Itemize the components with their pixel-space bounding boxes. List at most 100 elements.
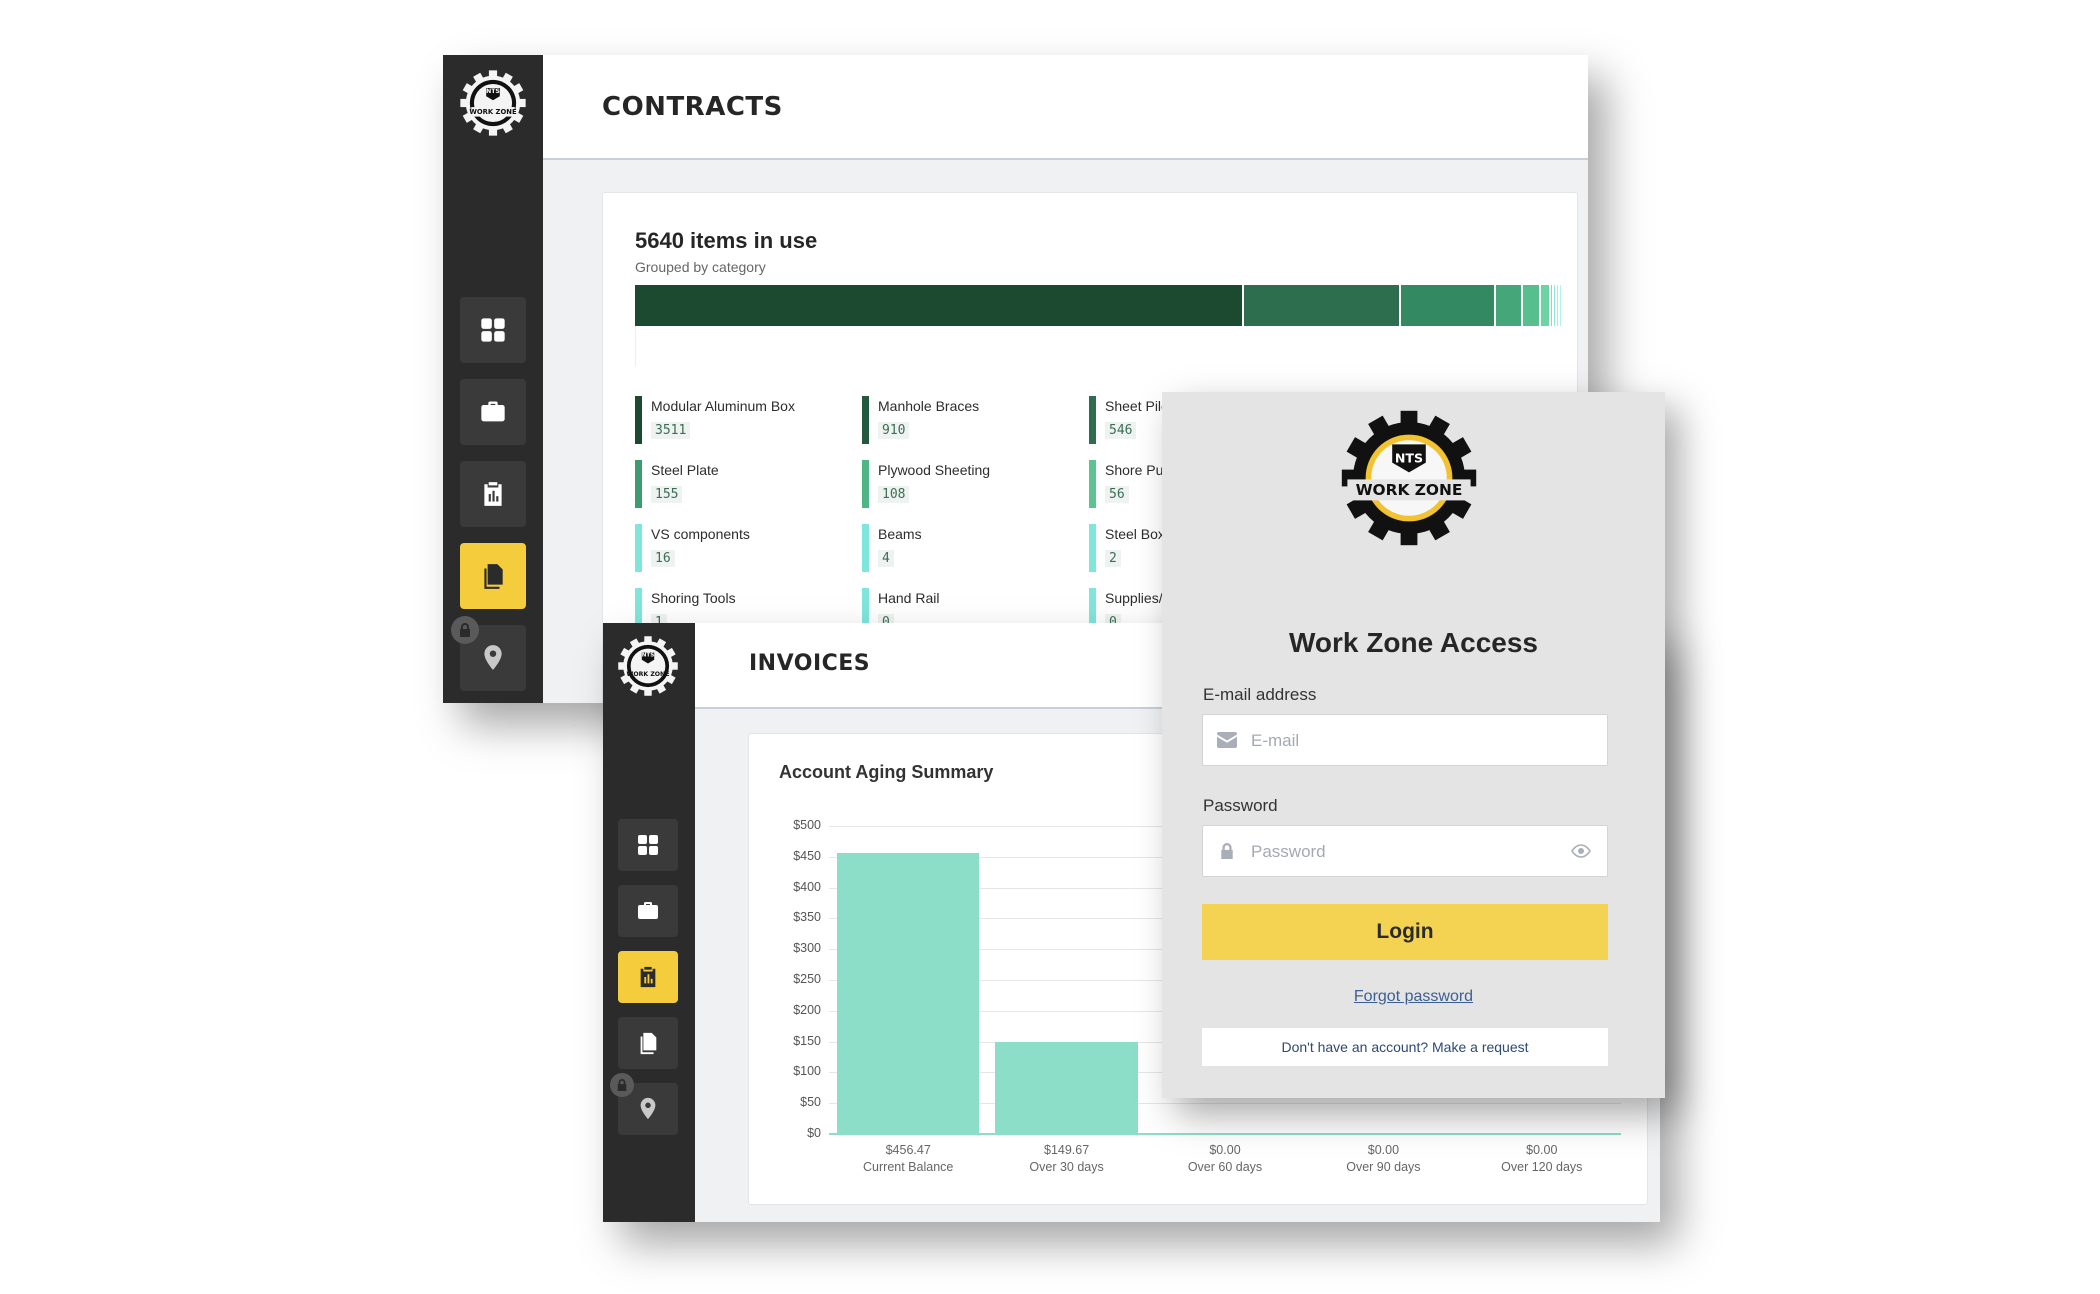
nav-invoices-button[interactable] [460, 461, 526, 527]
clipboard-chart-icon [640, 966, 656, 988]
nav-contracts-button[interactable] [460, 543, 526, 609]
bar-value-label: $456.47 [885, 1143, 931, 1157]
category-count: 108 [878, 486, 910, 503]
category-count: 56 [1105, 486, 1129, 503]
category-name: VS components [651, 526, 750, 542]
grid-icon [638, 835, 658, 855]
category-item: Plywood Sheeting 108 [862, 460, 1082, 508]
chart-bar[interactable] [836, 852, 980, 1134]
login-button[interactable]: Login [1202, 904, 1608, 960]
stacked-bar-segment[interactable] [1520, 285, 1540, 326]
password-label: Password [1203, 796, 1278, 815]
category-color-bar [635, 396, 642, 444]
y-tick-label: $350 [793, 910, 821, 925]
nav-contracts-button[interactable] [618, 1017, 678, 1069]
category-name: Modular Aluminum Box [651, 398, 795, 414]
logo-text-bottom: WORK ZONE [469, 108, 517, 116]
category-count: 16 [651, 550, 675, 567]
category-color-bar [1089, 396, 1096, 444]
category-item: Modular Aluminum Box 3511 [635, 396, 855, 444]
category-item: Beams 4 [862, 524, 1082, 572]
x-category-label: Over 60 days [1187, 1160, 1263, 1174]
map-pin-icon [484, 645, 502, 670]
logo-text-top: NTS [642, 653, 655, 659]
stacked-bar-segment[interactable] [1242, 285, 1400, 326]
stacked-bar-divider [635, 326, 636, 366]
category-item: Steel Plate 155 [635, 460, 855, 508]
forgot-password-link[interactable]: Forgot password [1162, 988, 1665, 1006]
eye-icon[interactable] [1571, 844, 1591, 858]
login-panel: NTS WORK ZONE Work Zone Access E-mail ad… [1162, 392, 1665, 1098]
y-tick-label: $300 [793, 941, 821, 956]
document-icon [484, 564, 503, 589]
logo-text-top: NTS [486, 88, 500, 95]
envelope-icon [1217, 732, 1237, 748]
category-name: Supplies/ [1105, 590, 1163, 606]
category-item: Manhole Braces 910 [862, 396, 1082, 444]
category-name: Shoring Tools [651, 590, 736, 606]
nav-jobs-button[interactable] [618, 885, 678, 937]
stacked-bar-segment[interactable] [1493, 285, 1521, 326]
bar-value-label: $0.00 [1209, 1143, 1241, 1157]
contracts-header: CONTRACTS [543, 55, 1588, 160]
nav-invoices-button[interactable] [618, 951, 678, 1003]
chart-bar[interactable] [995, 1041, 1138, 1134]
y-tick-label: $200 [793, 1002, 821, 1017]
category-color-bar [862, 524, 869, 572]
stacked-bar-segment[interactable] [1557, 285, 1561, 326]
email-input[interactable] [1249, 715, 1553, 767]
y-tick-label: $0 [807, 1126, 821, 1140]
category-color-bar [862, 396, 869, 444]
category-count: 155 [651, 486, 683, 503]
lock-icon [460, 623, 470, 637]
stacked-bar-segment[interactable] [1539, 285, 1549, 326]
category-color-bar [1089, 524, 1096, 572]
category-name: Sheet Pile [1105, 398, 1169, 414]
y-tick-label: $450 [793, 848, 821, 863]
category-color-bar [1089, 460, 1096, 508]
page-title: INVOICES [749, 651, 871, 676]
work-zone-logo: NTS WORK ZONE [460, 70, 526, 136]
briefcase-icon [638, 902, 658, 919]
work-zone-logo: NTS WORK ZONE [1341, 410, 1477, 546]
request-account-button[interactable]: Don't have an account? Make a request [1202, 1028, 1608, 1066]
y-tick-label: $400 [793, 879, 821, 894]
lock-icon [1221, 843, 1233, 859]
lock-badge [610, 1073, 634, 1097]
category-item: VS components 16 [635, 524, 855, 572]
y-tick-label: $100 [793, 1064, 821, 1079]
logo-text-top: NTS [1395, 451, 1423, 466]
password-field[interactable] [1202, 825, 1608, 878]
stacked-bar-segment[interactable] [1399, 285, 1494, 326]
category-count: 3511 [651, 422, 691, 439]
category-name: Plywood Sheeting [878, 462, 991, 478]
email-field[interactable] [1202, 714, 1608, 767]
grid-icon [481, 318, 505, 342]
document-icon [640, 1032, 657, 1055]
category-color-bar [635, 524, 642, 572]
sidebar: NTS WORK ZONE [603, 623, 695, 1222]
category-count: 910 [878, 422, 910, 439]
logo-text-bottom: WORK ZONE [1356, 481, 1463, 499]
y-tick-label: $500 [793, 818, 821, 832]
bar-value-label: $149.67 [1044, 1143, 1090, 1157]
stacked-bar-segment[interactable] [635, 285, 1243, 326]
category-name: Hand Rail [878, 590, 940, 606]
nav-dashboard-button[interactable] [618, 819, 678, 871]
nav-dashboard-button[interactable] [460, 297, 526, 363]
x-category-label: Over 30 days [1029, 1160, 1104, 1174]
password-input[interactable] [1249, 826, 1553, 878]
summary-title: 5640 items in use [635, 228, 818, 253]
category-name: Beams [878, 526, 922, 542]
bar-value-label: $0.00 [1367, 1143, 1400, 1157]
category-count: 4 [878, 550, 894, 567]
login-title: Work Zone Access [1289, 627, 1538, 658]
email-label: E-mail address [1203, 685, 1317, 704]
nav-jobs-button[interactable] [460, 379, 526, 445]
clipboard-chart-icon [484, 482, 502, 506]
y-tick-label: $50 [800, 1095, 821, 1110]
category-color-bar [635, 460, 642, 508]
x-category-label: Over 90 days [1346, 1160, 1421, 1174]
category-count: 546 [1105, 422, 1137, 439]
logo-text-bottom: WORK ZONE [627, 671, 670, 678]
